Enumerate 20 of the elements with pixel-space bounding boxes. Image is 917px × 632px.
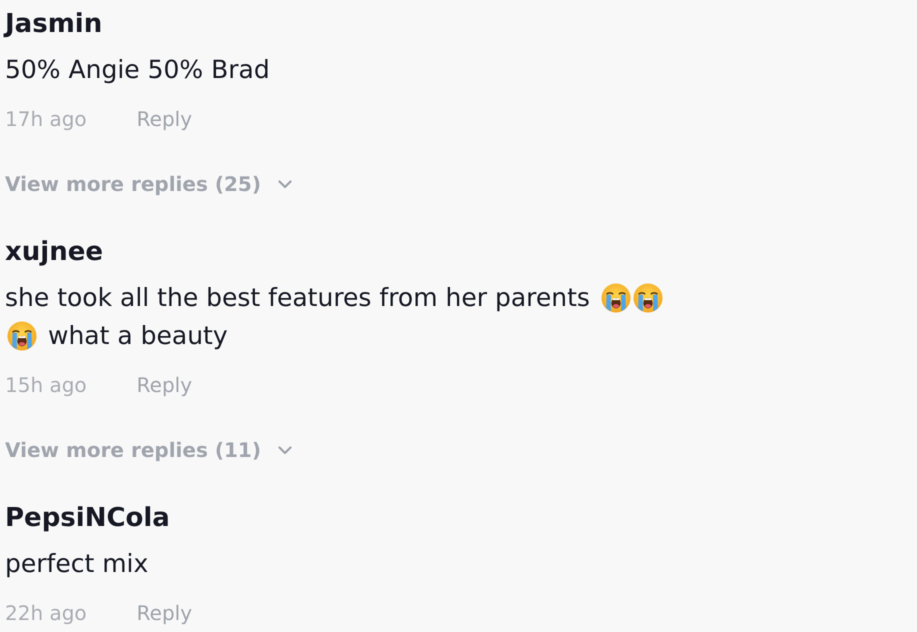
timestamp: 22h ago	[5, 600, 87, 627]
crying-face-icon	[7, 321, 37, 351]
comment-text: perfect mix	[5, 548, 148, 580]
author-name[interactable]: xujnee	[5, 234, 103, 270]
reply-link[interactable]: Reply	[136, 371, 192, 399]
comment-text: 50% Angie 50% Brad	[5, 54, 270, 86]
comment-text: what a beauty	[48, 320, 228, 352]
reply-link[interactable]: Reply	[136, 599, 192, 627]
timestamp: 17h ago	[5, 106, 87, 133]
crying-face-icon	[632, 283, 663, 313]
chevron-down-icon	[278, 446, 292, 454]
chevron-down-icon	[278, 180, 292, 188]
view-more-replies-link[interactable]: View more replies (11)	[5, 436, 292, 464]
timestamp: 15h ago	[5, 372, 87, 399]
author-name[interactable]: PepsiNCola	[5, 500, 170, 536]
crying-face-icon	[600, 283, 631, 313]
reply-link[interactable]: Reply	[136, 105, 192, 133]
comment-text: she took all the best features from her parents	[5, 282, 590, 314]
author-name[interactable]: Jasmin	[5, 6, 102, 42]
view-more-replies-link[interactable]: View more replies (25)	[5, 170, 292, 198]
